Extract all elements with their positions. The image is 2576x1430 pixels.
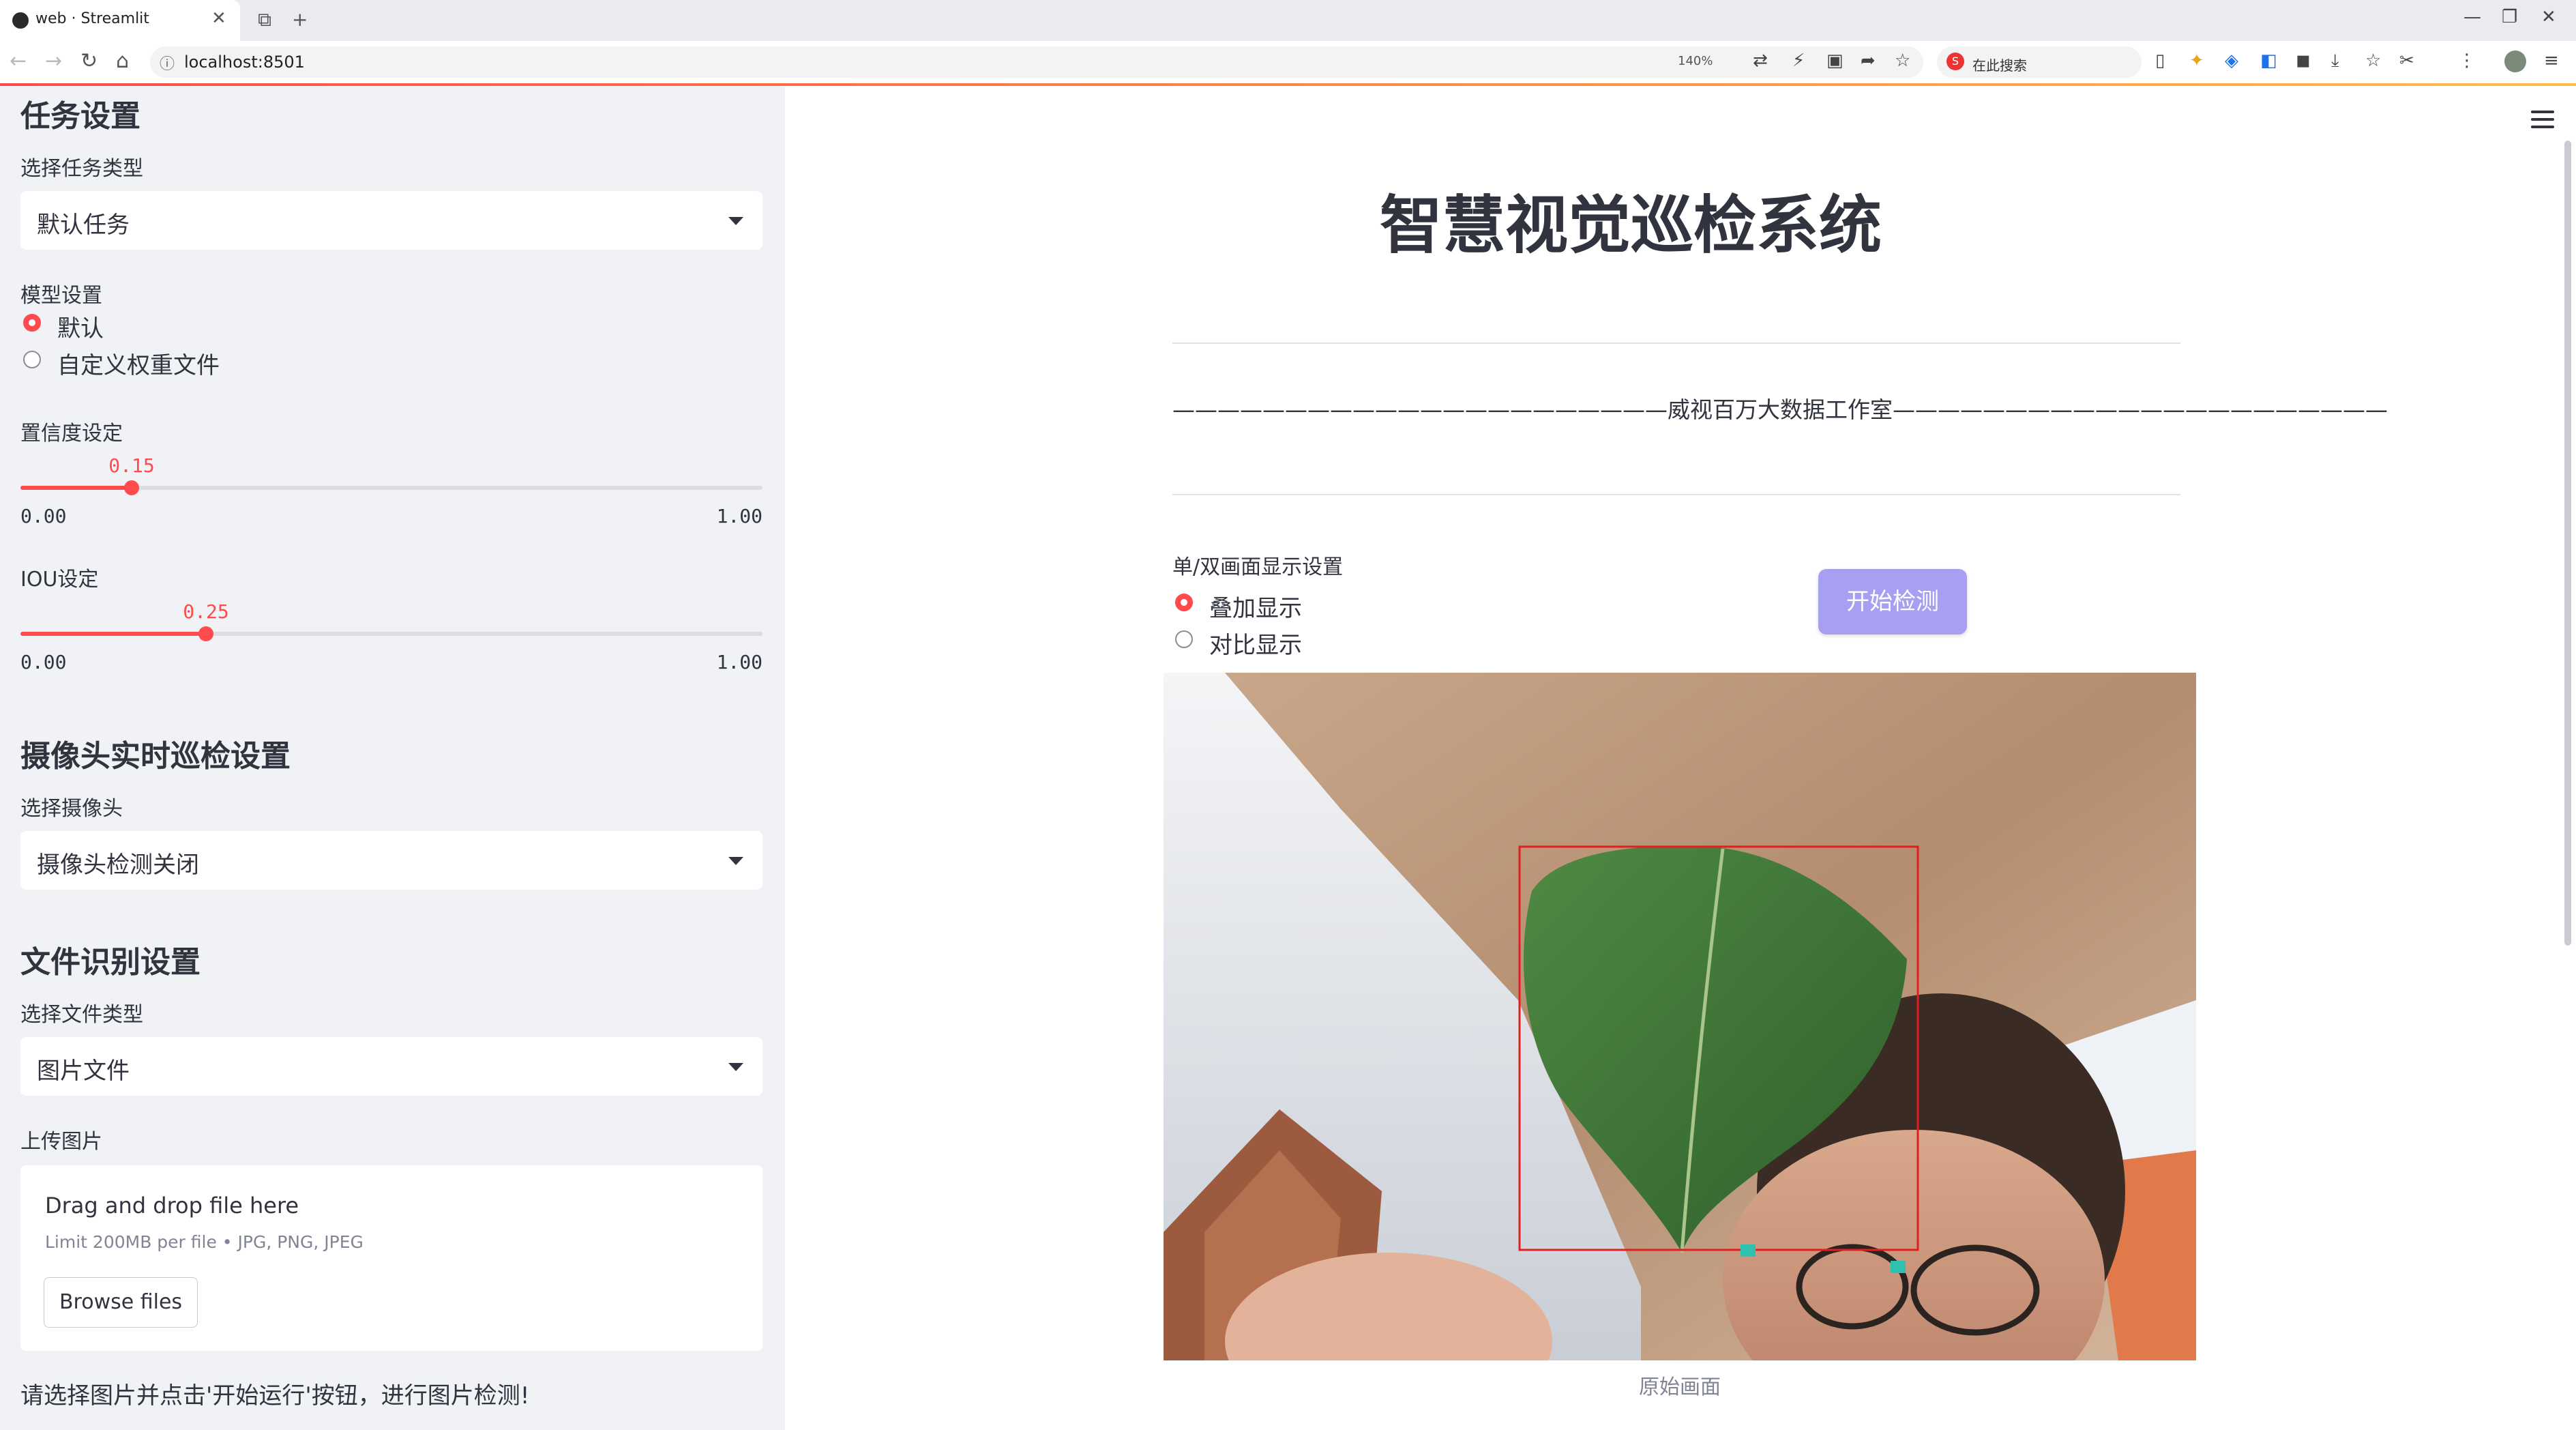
upload-label: 上传图片 (20, 1130, 102, 1154)
iou-label: IOU设定 (20, 568, 99, 592)
model-option-label: 默认 (57, 315, 104, 342)
tab-actions-icon[interactable]: ⧉ (258, 8, 271, 31)
home-icon[interactable]: ⌂ (116, 49, 129, 73)
restore-icon[interactable]: ❐ (2502, 7, 2517, 27)
more-icon[interactable]: ⋮ (2458, 50, 2476, 71)
chevron-down-icon (728, 1063, 743, 1071)
slider-min: 0.00 (20, 505, 67, 527)
tab-close-icon[interactable]: ✕ (211, 8, 226, 29)
search-placeholder: 在此搜索 (1972, 57, 2027, 74)
streamlit-favicon-icon (12, 12, 29, 29)
slider-thumb[interactable] (124, 480, 139, 495)
reload-icon[interactable]: ↻ (80, 49, 98, 73)
new-tab-icon[interactable]: + (292, 8, 308, 31)
window-close-icon[interactable]: ✕ (2541, 7, 2556, 27)
browser-tab-bar: web · Streamlit ✕ ⧉ + — ❐ ✕ (0, 0, 2576, 41)
camera-select[interactable]: 摄像头检测关闭 (20, 831, 763, 890)
iou-slider[interactable]: 0.25 0.00 1.00 (20, 600, 763, 673)
display-option-label: 对比显示 (1209, 632, 1302, 659)
browser-search-box[interactable]: S 在此搜索 (1937, 46, 2142, 78)
dropzone-limit: Limit 200MB per file • JPG, PNG, JPEG (45, 1232, 364, 1252)
profile-avatar[interactable] (2504, 50, 2526, 72)
camera-value: 摄像头检测关闭 (37, 851, 199, 879)
screenshot-icon[interactable]: ▣ (1826, 50, 1844, 71)
zoom-level[interactable]: 140% (1678, 54, 1713, 68)
browse-files-button[interactable]: Browse files (44, 1277, 198, 1328)
site-info-icon[interactable]: ⓘ (160, 52, 175, 74)
task-type-label: 选择任务类型 (20, 157, 143, 181)
task-type-select[interactable]: 默认任务 (20, 191, 763, 250)
slider-value: 0.15 (108, 454, 155, 477)
browser-address-bar: ← → ↻ ⌂ ⓘ localhost:8501 140% ⇄ ⚡ ▣ ➦ ☆ … (0, 41, 2576, 84)
extension-icon[interactable]: ◼ (2296, 50, 2311, 71)
file-type-label: 选择文件类型 (20, 1003, 143, 1027)
slider-max: 1.00 (716, 651, 763, 673)
divider (1172, 342, 2180, 344)
file-section-title: 文件识别设置 (20, 945, 201, 980)
sidebar-note: 请选择图片并点击'开始运行'按钮，进行图片检测! (20, 1382, 530, 1410)
back-icon[interactable]: ← (10, 49, 27, 73)
slider-fill (20, 486, 132, 490)
confidence-label: 置信度设定 (20, 422, 123, 446)
start-detection-button[interactable]: 开始检测 (1818, 569, 1967, 634)
detection-image (1164, 673, 2196, 1360)
search-engine-icon: S (1946, 53, 1964, 70)
menu-icon[interactable] (2531, 111, 2554, 128)
model-option-label: 自定义权重文件 (57, 352, 220, 379)
url-field[interactable]: ⓘ localhost:8501 140% (150, 46, 1923, 78)
slider-min: 0.00 (20, 651, 67, 673)
studio-line: ——————————————————————威视百万大数据工作室————————… (1172, 396, 2388, 423)
slider-max: 1.00 (716, 505, 763, 527)
reader-icon[interactable]: ▯ (2155, 50, 2165, 71)
radio-checked-icon (1175, 594, 1193, 611)
scrollbar[interactable] (2564, 141, 2571, 946)
minimize-icon[interactable]: — (2463, 7, 2481, 27)
chevron-down-icon (728, 217, 743, 225)
confidence-slider[interactable]: 0.15 0.00 1.00 (20, 454, 763, 527)
slider-fill (20, 632, 206, 636)
chevron-down-icon (728, 857, 743, 865)
display-option-label: 叠加显示 (1209, 595, 1302, 622)
radio-unchecked-icon (1175, 630, 1193, 648)
sidebar: 任务设置 选择任务类型 默认任务 模型设置 默认 自定义权重文件 置信度设定 0… (0, 86, 785, 1430)
page-title: 智慧视觉巡检系统 (1379, 189, 1882, 262)
tab-title: web · Streamlit (35, 10, 149, 27)
forward-icon[interactable]: → (45, 49, 62, 73)
lightning-icon[interactable]: ⚡ (1792, 50, 1805, 71)
radio-checked-icon (23, 314, 41, 332)
extension-icon[interactable]: ◧ (2260, 50, 2277, 71)
slider-thumb[interactable] (198, 626, 213, 641)
browser-tab[interactable]: web · Streamlit ✕ (0, 0, 240, 41)
file-type-value: 图片文件 (37, 1057, 130, 1085)
display-mode-label: 单/双画面显示设置 (1172, 555, 1344, 579)
slider-value: 0.25 (183, 600, 229, 623)
camera-label: 选择摄像头 (20, 797, 123, 821)
main-content: 智慧视觉巡检系统 ——————————————————————威视百万大数据工作… (785, 86, 2576, 1430)
radio-unchecked-icon (23, 351, 41, 368)
browser-menu-icon[interactable]: ≡ (2544, 50, 2559, 71)
divider (1172, 494, 2180, 495)
task-section-title: 任务设置 (20, 99, 140, 134)
favorites-icon[interactable]: ☆ (2365, 50, 2381, 71)
bookmark-star-icon[interactable]: ☆ (1895, 50, 1910, 71)
file-type-select[interactable]: 图片文件 (20, 1037, 763, 1096)
extension-icon[interactable]: ◈ (2225, 50, 2238, 71)
share-icon[interactable]: ➦ (1861, 50, 1876, 71)
download-icon[interactable]: ⤓ (2331, 50, 2339, 72)
extension-icon[interactable]: ✦ (2189, 50, 2204, 71)
cut-icon[interactable]: ✂ (2399, 50, 2414, 71)
file-uploader[interactable]: Drag and drop file here Limit 200MB per … (20, 1165, 763, 1351)
image-caption: 原始画面 (1639, 1375, 1721, 1399)
streamlit-app: 任务设置 选择任务类型 默认任务 模型设置 默认 自定义权重文件 置信度设定 0… (0, 83, 2576, 1430)
translate-icon[interactable]: ⇄ (1753, 50, 1768, 71)
model-label: 模型设置 (20, 284, 102, 308)
url-text: localhost:8501 (184, 53, 305, 72)
task-type-value: 默认任务 (37, 211, 130, 239)
dropzone-text: Drag and drop file here (45, 1193, 299, 1219)
camera-section-title: 摄像头实时巡检设置 (20, 739, 291, 774)
